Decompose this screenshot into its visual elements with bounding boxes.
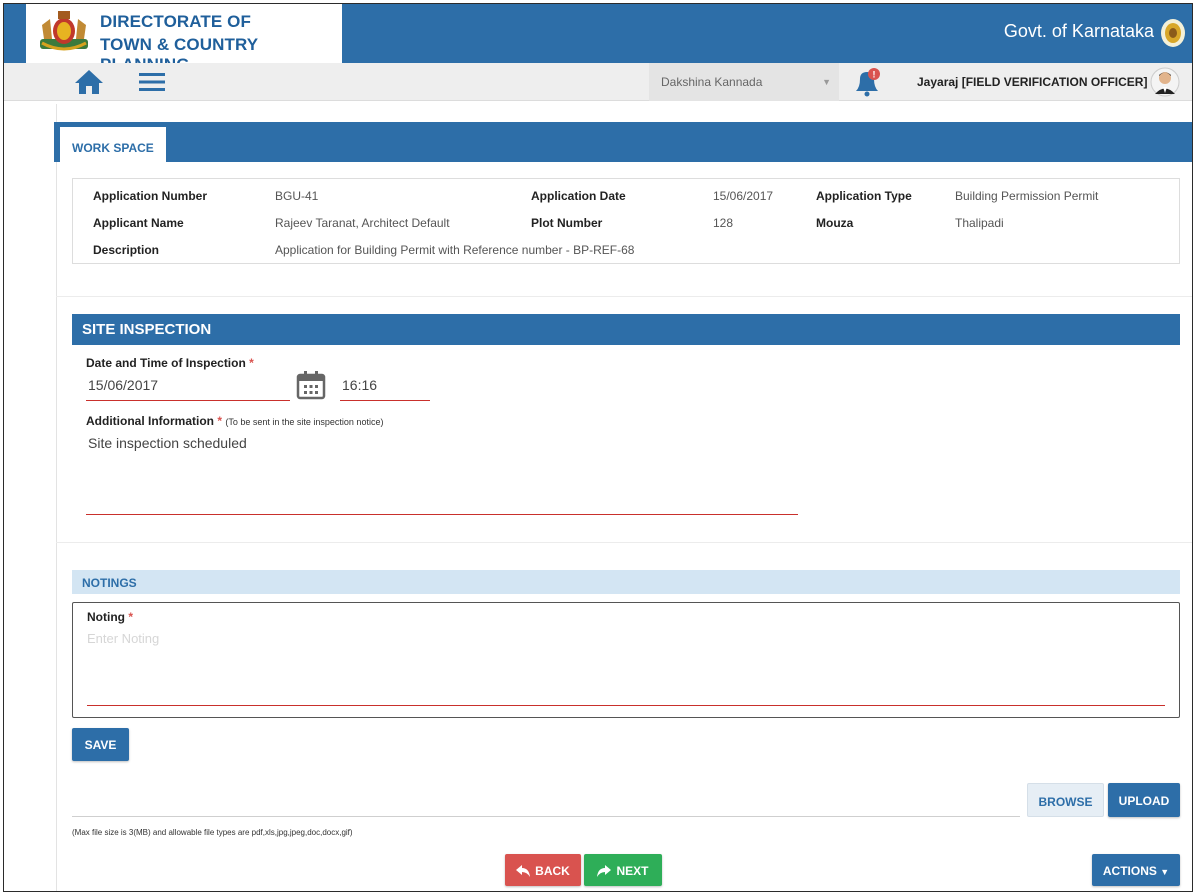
district-value: Dakshina Kannada [661, 75, 763, 89]
forward-arrow-icon [597, 865, 612, 877]
additional-info-note: (To be sent in the site inspection notic… [225, 417, 384, 427]
noting-label-text: Noting [87, 610, 125, 624]
noting-textarea[interactable]: Enter Noting [87, 631, 1165, 706]
required-marker: * [249, 356, 254, 370]
back-button-label: BACK [535, 864, 570, 878]
user-name[interactable]: Jayaraj [FIELD VERIFICATION OFFICER] [917, 75, 1147, 89]
hamburger-menu-icon[interactable] [139, 72, 165, 92]
notings-header: NOTINGS [72, 570, 1180, 594]
file-size-note: (Max file size is 3(MB) and allowable fi… [72, 828, 353, 837]
karnataka-emblem-icon [40, 11, 88, 51]
district-select[interactable]: Dakshina Kannada ▼ [649, 63, 839, 101]
calendar-icon[interactable] [296, 370, 326, 400]
tab-work-space[interactable]: WORK SPACE [60, 127, 166, 166]
noting-label: Noting * [87, 610, 133, 624]
nav-bar: Dakshina Kannada ▼ ! Jayaraj [FIELD VERI… [4, 63, 1192, 101]
reply-arrow-icon [516, 865, 531, 877]
application-info-panel: Application Number BGU-41 Application Da… [72, 178, 1180, 264]
application-number-label: Application Number [93, 189, 208, 203]
inspection-date-field[interactable]: 15/06/2017 [86, 377, 290, 401]
notification-bell-icon[interactable]: ! [852, 67, 882, 97]
applicant-name-label: Applicant Name [93, 216, 184, 230]
notification-badge: ! [873, 70, 876, 80]
workspace-tab-bar [54, 122, 1192, 162]
actions-dropdown-button[interactable]: ACTIONS ▼ [1092, 854, 1180, 886]
user-avatar-icon[interactable] [1150, 67, 1180, 97]
additional-info-label-text: Additional Information [86, 414, 214, 428]
application-type-label: Application Type [816, 189, 912, 203]
divider [56, 542, 1192, 543]
plot-number-label: Plot Number [531, 216, 603, 230]
application-type-value: Building Permission Permit [955, 189, 1099, 203]
mouza-value: Thalipadi [955, 216, 1004, 230]
additional-info-label: Additional Information * (To be sent in … [86, 414, 383, 428]
mouza-label: Mouza [816, 216, 854, 230]
description-value: Application for Building Permit with Ref… [275, 243, 635, 257]
additional-info-textarea[interactable]: Site inspection scheduled [86, 435, 798, 515]
brand-logo[interactable]: DIRECTORATE OF TOWN & COUNTRY PLANNING [26, 4, 342, 74]
noting-panel: Noting * Enter Noting [72, 602, 1180, 718]
description-label: Description [93, 243, 160, 257]
next-button-label: NEXT [616, 864, 649, 878]
site-inspection-header: SITE INSPECTION [72, 314, 1180, 345]
applicant-name-value: Rajeev Taranat, Architect Default [275, 216, 450, 230]
save-button[interactable]: SAVE [72, 728, 129, 761]
chevron-down-icon: ▼ [822, 77, 831, 87]
divider [56, 296, 1192, 297]
application-number-value: BGU-41 [275, 189, 319, 203]
file-upload-field[interactable] [72, 816, 1020, 817]
top-header: DIRECTORATE OF TOWN & COUNTRY PLANNING G… [4, 4, 1192, 74]
required-marker: * [128, 610, 134, 624]
application-date-label: Application Date [531, 189, 626, 203]
govt-seal-icon [1161, 19, 1185, 47]
back-button[interactable]: BACK [505, 854, 581, 886]
app-window: DIRECTORATE OF TOWN & COUNTRY PLANNING G… [3, 3, 1193, 892]
actions-button-label: ACTIONS [1102, 864, 1157, 878]
caret-down-icon: ▼ [1160, 867, 1170, 877]
browse-button[interactable]: BROWSE [1027, 783, 1104, 817]
inspection-datetime-label-text: Date and Time of Inspection [86, 356, 246, 370]
application-date-value: 15/06/2017 [713, 189, 774, 203]
plot-number-value: 128 [713, 216, 734, 230]
upload-button[interactable]: UPLOAD [1108, 783, 1180, 817]
home-icon[interactable] [74, 68, 104, 96]
content-border [56, 104, 57, 891]
govt-label: Govt. of Karnataka [1003, 21, 1154, 41]
inspection-time-field[interactable]: 16:16 [340, 377, 430, 401]
inspection-datetime-label: Date and Time of Inspection * [86, 356, 254, 370]
brand-title-line1: DIRECTORATE OF [100, 12, 251, 31]
next-button[interactable]: NEXT [584, 854, 662, 886]
required-marker: * [217, 414, 223, 428]
